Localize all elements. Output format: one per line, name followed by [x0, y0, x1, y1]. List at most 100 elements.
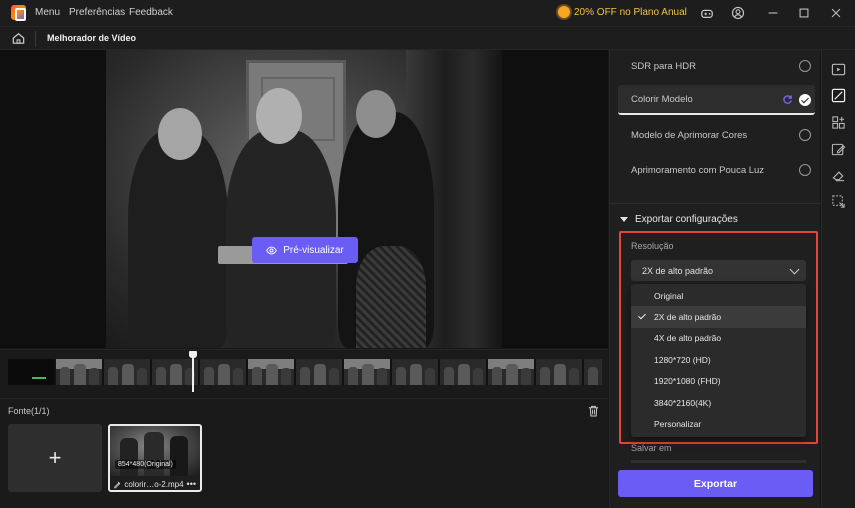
model-label: Modelo de Aprimorar Cores: [631, 129, 748, 141]
video-scene-head: [356, 90, 396, 138]
option-label: Original: [654, 290, 684, 301]
timeline-frame: [440, 359, 486, 385]
preferences-button[interactable]: Preferências: [69, 7, 125, 18]
menu-button[interactable]: Menu: [35, 7, 60, 18]
select-area-icon[interactable]: [831, 194, 846, 209]
minimize-icon[interactable]: [766, 6, 780, 20]
export-button-label: Exportar: [693, 477, 738, 490]
model-label: Colorir Modelo: [631, 93, 693, 105]
timeline[interactable]: [0, 349, 608, 397]
video-scene-chair: [356, 246, 426, 348]
option-label: 1280*720 (HD): [654, 354, 711, 365]
export-settings-title: Exportar configurações: [635, 214, 738, 225]
title-bar: Menu Preferências Feedback 20% OFF no Pl…: [0, 0, 855, 26]
app-logo-icon: [11, 5, 26, 21]
resolution-option-hd[interactable]: 1280*720 (HD): [631, 349, 806, 370]
settings-panel: SDR para HDR Colorir Modelo Modelo de Ap…: [609, 50, 821, 508]
resolution-option-4x[interactable]: 4X de alto padrão: [631, 328, 806, 349]
resolution-option-custom[interactable]: Personalizar: [631, 413, 806, 434]
more-options-button[interactable]: •••: [187, 479, 196, 489]
video-scene-figure: [128, 130, 228, 348]
option-label: 4X de alto padrão: [654, 333, 722, 344]
resolution-option-2x[interactable]: 2X de alto padrão: [631, 306, 806, 328]
source-file-tile[interactable]: 854*480(Original) colorir…o-2.mp4 •••: [108, 424, 202, 492]
brush-icon: [114, 481, 121, 488]
resolution-option-fhd[interactable]: 1920*1080 (FHD): [631, 371, 806, 392]
timeline-frame: [248, 359, 294, 385]
caret-down-icon: [620, 217, 628, 222]
resolution-badge: 854*480(Original): [115, 460, 176, 469]
nav-divider: [35, 31, 36, 47]
resolution-option-4k[interactable]: 3840*2160(4K): [631, 392, 806, 413]
preview-button[interactable]: Pré-visualizar: [252, 237, 358, 263]
account-icon[interactable]: [731, 6, 745, 20]
file-name: colorir…o-2.mp4: [124, 479, 184, 489]
video-enhance-icon[interactable]: [831, 62, 846, 77]
video-scene-head: [256, 88, 302, 144]
radio-button[interactable]: [799, 60, 811, 72]
timeline-frame: [296, 359, 342, 385]
refresh-icon[interactable]: [782, 94, 793, 105]
resolution-dropdown: Original 2X de alto padrão 4X de alto pa…: [631, 284, 806, 437]
save-location-field[interactable]: [631, 460, 806, 463]
maximize-icon[interactable]: [797, 6, 811, 20]
model-label: SDR para HDR: [631, 60, 696, 72]
app-window: Menu Preferências Feedback 20% OFF no Pl…: [0, 0, 855, 508]
model-option-color-enhance[interactable]: Modelo de Aprimorar Cores: [618, 120, 815, 150]
source-title: Fonte(1/1): [8, 406, 50, 416]
add-file-button[interactable]: +: [8, 424, 102, 492]
timeline-frame: [536, 359, 582, 385]
trash-icon[interactable]: [588, 405, 599, 417]
timeline-frame: [200, 359, 246, 385]
sun-badge-icon: [558, 6, 570, 18]
video-frame: [106, 50, 502, 348]
source-panel: Fonte(1/1) + 854*480(Original) colorir…o…: [0, 398, 608, 508]
option-label: 1920*1080 (FHD): [654, 376, 721, 387]
resolution-select[interactable]: 2X de alto padrão: [631, 260, 806, 281]
edit-tool-icon[interactable]: [831, 142, 846, 157]
timeline-frame: [56, 359, 102, 385]
option-label: 3840*2160(4K): [654, 397, 712, 408]
gamepad-icon[interactable]: [700, 6, 714, 20]
section-divider: [610, 203, 821, 204]
radio-button-checked[interactable]: [799, 94, 811, 106]
feedback-button[interactable]: Feedback: [129, 7, 173, 18]
timeline-frame: [344, 359, 390, 385]
resolution-label: Resolução: [631, 241, 674, 251]
page-title: Melhorador de Vídeo: [47, 33, 137, 43]
model-option-sdr-hdr[interactable]: SDR para HDR: [618, 51, 815, 81]
export-button[interactable]: Exportar: [618, 470, 813, 497]
radio-button[interactable]: [799, 129, 811, 141]
timeline-track[interactable]: [8, 359, 602, 385]
checkmark-icon: [638, 312, 646, 320]
option-label: Personalizar: [654, 419, 702, 430]
layout-tool-icon[interactable]: [831, 115, 846, 130]
model-option-colorize[interactable]: Colorir Modelo: [618, 85, 815, 115]
timeline-frame: [8, 359, 54, 385]
promo-text: 20% OFF no Plano Anual: [574, 6, 687, 18]
add-symbol: +: [48, 445, 62, 470]
timeline-playhead[interactable]: [189, 351, 197, 392]
video-scene-head: [158, 108, 202, 160]
export-settings-toggle[interactable]: Exportar configurações: [620, 214, 738, 225]
timeline-frame: [584, 359, 602, 385]
model-option-low-light[interactable]: Aprimoramento com Pouca Luz: [618, 155, 815, 185]
resolution-selected-value: 2X de alto padrão: [642, 265, 714, 276]
colorize-tool-icon[interactable]: [831, 88, 846, 103]
radio-button[interactable]: [799, 164, 811, 176]
option-label: 2X de alto padrão: [654, 312, 722, 323]
close-icon[interactable]: [829, 6, 843, 20]
chevron-down-icon: [789, 264, 800, 275]
tool-strip: [821, 50, 855, 508]
nav-bar: Melhorador de Vídeo: [0, 26, 855, 50]
file-footer: colorir…o-2.mp4 •••: [110, 476, 200, 490]
timeline-frame: [488, 359, 534, 385]
model-label: Aprimoramento com Pouca Luz: [631, 164, 765, 176]
save-location-label: Salvar em: [631, 443, 672, 453]
resolution-option-original[interactable]: Original: [631, 285, 806, 306]
eye-icon: [266, 246, 278, 254]
eraser-icon[interactable]: [831, 168, 846, 183]
timeline-frame: [392, 359, 438, 385]
home-icon[interactable]: [11, 31, 26, 46]
promo-banner[interactable]: 20% OFF no Plano Anual: [558, 6, 687, 18]
